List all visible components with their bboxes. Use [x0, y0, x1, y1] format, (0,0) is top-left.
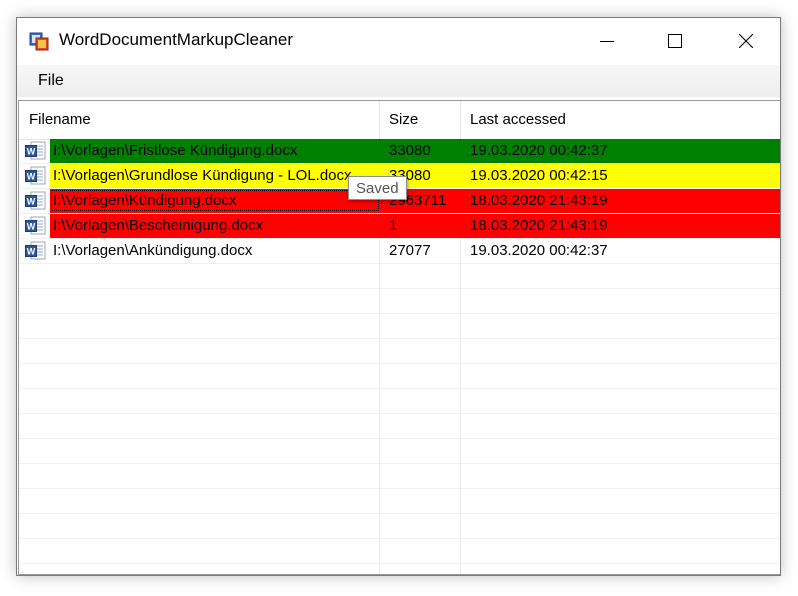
- minimize-icon: [600, 41, 614, 42]
- cell-last-accessed: 18.03.2020 21:43:19: [470, 217, 608, 234]
- window-title: WordDocumentMarkupCleaner: [59, 30, 294, 49]
- svg-text:W: W: [27, 147, 36, 157]
- word-document-icon: W: [25, 166, 46, 186]
- empty-row: [19, 489, 780, 514]
- svg-text:W: W: [27, 222, 36, 232]
- column-header-size[interactable]: Size: [379, 101, 460, 139]
- empty-row: [19, 389, 780, 414]
- cell-size: 33080: [389, 142, 431, 159]
- empty-row: [19, 364, 780, 389]
- cell-filename: I:\Vorlagen\Ankündigung.docx: [53, 242, 253, 259]
- title-bar[interactable]: WordDocumentMarkupCleaner: [17, 18, 780, 65]
- tooltip: Saved: [348, 176, 407, 200]
- table-row[interactable]: W I:\Vorlagen\Fristlose Kündigung.docx 330…: [19, 139, 780, 164]
- word-document-icon: W: [25, 191, 46, 211]
- empty-row: [19, 514, 780, 539]
- empty-row: [19, 289, 780, 314]
- svg-text:W: W: [27, 197, 36, 207]
- cell-last-accessed: 18.03.2020 21:43:19: [470, 192, 608, 209]
- empty-row: [19, 414, 780, 439]
- menu-bar: File: [17, 65, 780, 97]
- empty-row: [19, 314, 780, 339]
- table-row[interactable]: W I:\Vorlagen\Ankündigung.docx 27077 19.03.…: [19, 239, 780, 264]
- focus-rectangle: [51, 190, 379, 211]
- empty-row: [19, 264, 780, 289]
- maximize-icon: [668, 34, 682, 48]
- cell-filename: I:\Vorlagen\Fristlose Kündigung.docx: [53, 142, 298, 159]
- close-button[interactable]: [723, 18, 769, 65]
- cell-size: 1: [389, 217, 398, 234]
- file-list-view[interactable]: Filename Size Last accessed W I:\Vorlagen…: [18, 100, 780, 575]
- app-icon: [29, 32, 49, 51]
- table-row[interactable]: W I:\Vorlagen\Bescheinigung.docx 1 18.03.20…: [19, 214, 780, 239]
- column-header-last-accessed[interactable]: Last accessed: [460, 101, 780, 139]
- minimize-button[interactable]: [584, 18, 630, 65]
- empty-row: [19, 439, 780, 464]
- cell-size: 27077: [389, 242, 431, 259]
- cell-last-accessed: 19.03.2020 00:42:37: [470, 242, 608, 259]
- word-document-icon: W: [25, 141, 46, 161]
- word-document-icon: W: [25, 241, 46, 261]
- cell-filename: I:\Vorlagen\Grundlose Kündigung - LOL.do…: [53, 167, 352, 184]
- menu-file[interactable]: File: [30, 71, 72, 91]
- word-document-icon: W: [25, 216, 46, 236]
- maximize-button[interactable]: [652, 18, 698, 65]
- svg-text:W: W: [27, 172, 36, 182]
- cell-filename: I:\Vorlagen\Bescheinigung.docx: [53, 217, 264, 234]
- app-window: WordDocumentMarkupCleaner File Filename …: [16, 17, 781, 576]
- list-rows: W I:\Vorlagen\Fristlose Kündigung.docx 330…: [19, 139, 780, 564]
- cell-last-accessed: 19.03.2020 00:42:15: [470, 167, 608, 184]
- column-header-filename[interactable]: Filename: [19, 101, 379, 139]
- empty-row: [19, 339, 780, 364]
- close-icon: [739, 34, 753, 48]
- svg-text:W: W: [27, 247, 36, 257]
- empty-row: [19, 539, 780, 564]
- list-header: Filename Size Last accessed: [19, 101, 780, 140]
- empty-row: [19, 464, 780, 489]
- cell-last-accessed: 19.03.2020 00:42:37: [470, 142, 608, 159]
